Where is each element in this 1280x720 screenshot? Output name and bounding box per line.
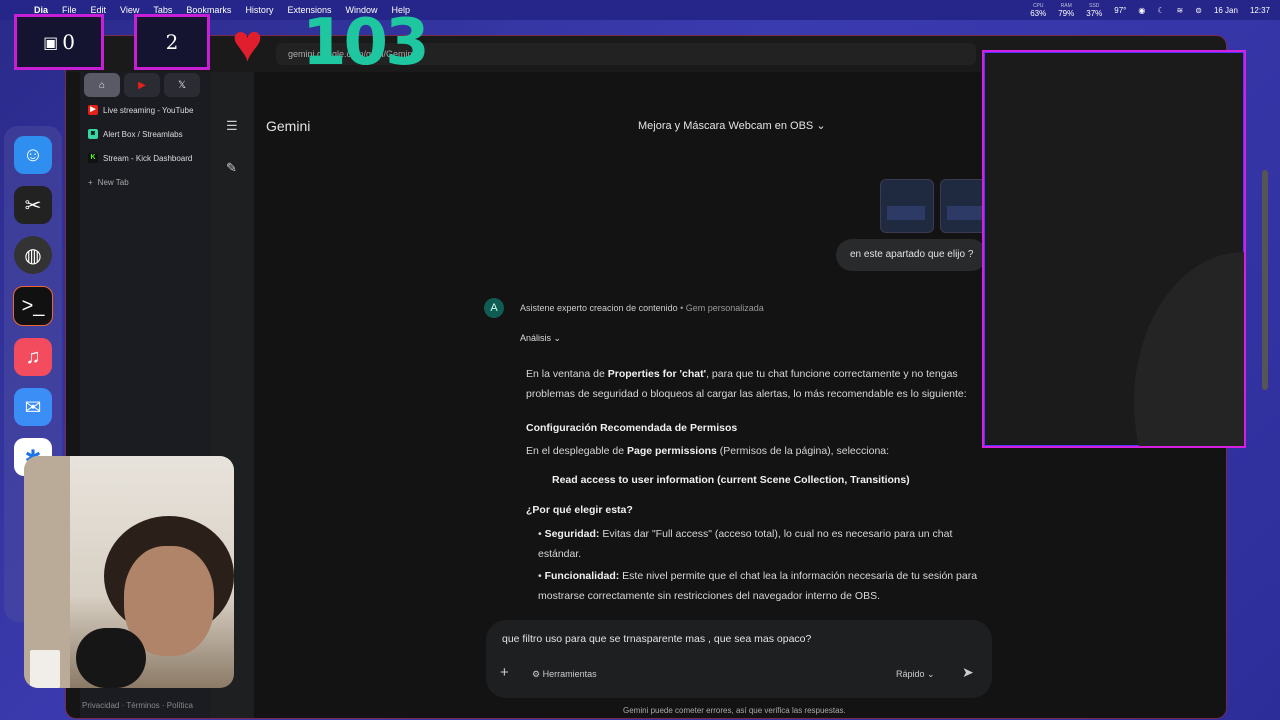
response-heading: Configuración Recomendada de Permisos [526, 418, 986, 438]
gem-name-text: Asistene experto creacion de contenido [520, 303, 678, 313]
pinned-tab-youtube[interactable]: ▶ [124, 73, 160, 97]
sidebar-tab-kick[interactable]: K Stream - Kick Dashboard [80, 146, 210, 170]
counter-value: 0 [62, 30, 75, 54]
add-attachment-icon[interactable]: + [500, 664, 509, 681]
tools-button[interactable]: ⚙ Herramientas [532, 669, 597, 680]
prompt-input[interactable]: que filtro uso para que se trnasparente … [502, 633, 811, 645]
moon-icon[interactable]: ☾ [1157, 6, 1164, 15]
analysis-label: Análisis [520, 333, 552, 343]
microphone [76, 628, 146, 688]
gem-avatar: A [484, 298, 504, 318]
control-center-icon[interactable]: ⊜ [1195, 6, 1202, 15]
ram-stat[interactable]: RAM 79% [1058, 2, 1074, 18]
overlay-panel [982, 50, 1246, 448]
send-icon[interactable]: ➤ [962, 664, 974, 681]
box-icon: ▣ [43, 32, 59, 52]
clock-time[interactable]: 12:37 [1250, 6, 1270, 15]
tab-label: Live streaming - YouTube [103, 105, 194, 115]
new-tab-button[interactable]: + New Tab [80, 170, 210, 194]
cup [30, 650, 60, 688]
heart-icon: ♥ [232, 15, 263, 73]
sidebar-footer[interactable]: Privacidad · Términos · Política [80, 701, 193, 710]
plus-icon: + [88, 177, 93, 187]
gemini-title[interactable]: Gemini [266, 118, 310, 134]
user-message: en este apartado que elijo ? [836, 239, 988, 271]
pinned-tab-home[interactable]: ⌂ [84, 73, 120, 97]
counter-box-2: 2 [134, 14, 210, 70]
pinned-tab-x[interactable]: 𝕏 [164, 73, 200, 97]
final-cut-icon[interactable]: ✂ [14, 186, 52, 224]
disk-stat[interactable]: SSD 37% [1086, 2, 1102, 18]
cpu-stat[interactable]: CPU 63% [1030, 2, 1046, 18]
wifi-icon[interactable]: ≋ [1177, 6, 1184, 15]
bullet-text: Evitas dar "Full access" (acceso total),… [538, 528, 953, 560]
temperature-stat[interactable]: 97° [1114, 6, 1126, 15]
analysis-toggle[interactable]: Análisis ⌄ [520, 333, 561, 344]
gem-name: Asistene experto creacion de contenido •… [520, 303, 764, 313]
attachment-thumbnail[interactable] [880, 179, 934, 233]
bold-span: Properties for 'chat' [607, 368, 707, 380]
chat-title[interactable]: Mejora y Máscara Webcam en OBS ⌄ [638, 119, 826, 132]
text-span: (Permisos de la página), selecciona: [716, 445, 890, 457]
tab-label: Alert Box / Streamlabs [103, 129, 183, 139]
terminal-icon[interactable]: >_ [13, 286, 53, 326]
music-icon[interactable]: ♫ [14, 338, 52, 376]
new-chat-icon[interactable]: ✎ [226, 160, 237, 176]
bullet-item: • Seguridad: Evitas dar "Full access" (a… [538, 524, 978, 564]
bullet-item: • Funcionalidad: Este nivel permite que … [538, 566, 978, 606]
choice-text: Read access to user information (current… [552, 474, 910, 486]
tools-label: Herramientas [542, 669, 597, 679]
bold-span: Page permissions [627, 445, 717, 457]
bullet-dot: • [538, 528, 545, 540]
kick-favicon-icon: K [88, 153, 98, 163]
chevron-down-icon: ⌄ [924, 669, 935, 679]
finder-icon[interactable]: ☺ [14, 136, 52, 174]
counter-box-1: ▣ 0 [14, 14, 104, 70]
sidebar-tab-youtube[interactable]: ▶ Live streaming - YouTube [80, 98, 210, 122]
prompt-box: que filtro uso para que se trnasparente … [486, 620, 992, 698]
attached-images [880, 179, 994, 233]
disclaimer-text: Gemini puede cometer errores, así que ve… [623, 706, 846, 715]
clock-date[interactable]: 16 Jan [1214, 6, 1238, 15]
bullet-title: Funcionalidad: [544, 570, 620, 582]
streamlabs-favicon-icon: ◙ [88, 129, 98, 139]
text-span: En el desplegable de [526, 445, 627, 457]
pinned-tabs: ⌂ ▶ 𝕏 [80, 72, 210, 98]
model-selector[interactable]: Rápido ⌄ [896, 669, 935, 680]
tab-label: Stream - Kick Dashboard [103, 153, 193, 163]
webcam-overlay [24, 456, 234, 688]
chevron-down-icon: ⌄ [816, 120, 826, 132]
sliders-icon: ⚙ [532, 669, 543, 679]
chevron-down-icon: ⌄ [553, 333, 562, 343]
obs-icon[interactable]: ◍ [14, 236, 52, 274]
mail-icon[interactable]: ✉ [14, 388, 52, 426]
new-tab-label: New Tab [97, 177, 129, 187]
response-heading: ¿Por qué elegir esta? [526, 500, 986, 520]
text-span: En la ventana de [526, 368, 608, 380]
scrollbar[interactable] [1262, 170, 1268, 390]
model-label: Rápido [896, 669, 925, 679]
chat-title-text: Mejora y Máscara Webcam en OBS [638, 120, 814, 132]
sidebar-tab-streamlabs[interactable]: ◙ Alert Box / Streamlabs [80, 122, 210, 146]
youtube-favicon-icon: ▶ [88, 105, 98, 115]
record-icon[interactable]: ◉ [1138, 6, 1145, 15]
bullet-dot: • [538, 570, 545, 582]
heading-text: Configuración Recomendada de Permisos [526, 422, 738, 434]
menu-icon[interactable]: ☰ [226, 118, 238, 134]
counter-value: 2 [165, 30, 179, 54]
heading-text: ¿Por qué elegir esta? [526, 504, 633, 516]
bullet-title: Seguridad: [544, 528, 600, 540]
response-paragraph: En la ventana de Properties for 'chat', … [526, 364, 986, 404]
gem-type: • Gem personalizada [677, 303, 764, 313]
response-paragraph: En el desplegable de Page permissions (P… [526, 441, 986, 461]
likes-count: 103 [302, 6, 430, 80]
recommended-choice: Read access to user information (current… [552, 470, 992, 490]
status-area: CPU 63% RAM 79% SSD 37% 97° ◉ ☾ ≋ ⊜ 16 Jan … [1030, 0, 1270, 20]
